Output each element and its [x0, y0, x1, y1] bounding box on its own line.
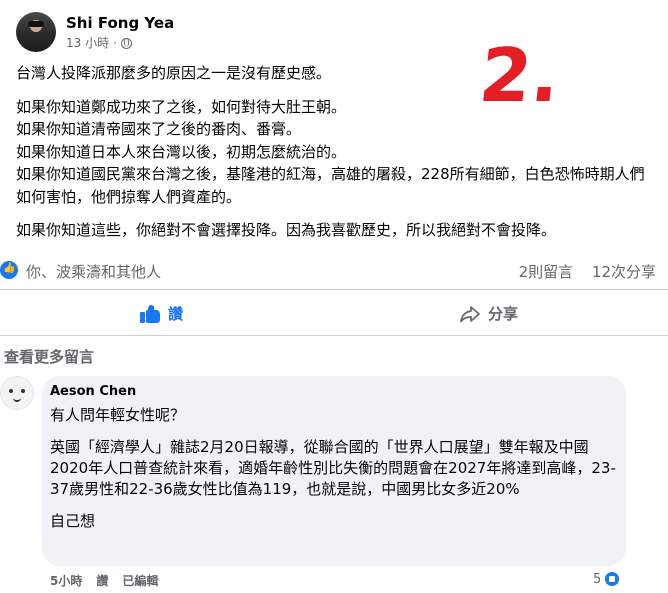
globe-icon	[120, 37, 132, 49]
post-paragraph: 如果你知道鄭成功來了之後，如何對待大肚王朝。	[16, 97, 347, 116]
comment-text: 有人問年輕女性呢？ 英國「經濟學人」雜誌2月20日報導，從聯合國的「世界人口展望…	[50, 405, 616, 532]
like-button[interactable]: 讚	[140, 303, 183, 324]
comment-edited-label: 已編輯	[122, 574, 159, 588]
like-reaction-icon	[603, 570, 622, 588]
commenter-name[interactable]: Aeson Chen	[50, 384, 136, 399]
commenter-avatar[interactable]	[0, 376, 34, 410]
comment-line: 英國「經濟學人」雜誌2月20日報導，從聯合國的「世界人口展望」雙年報及中國202…	[50, 438, 616, 498]
comment-like-count: 5	[593, 571, 602, 587]
author-avatar[interactable]	[16, 12, 56, 52]
post-header: Shi Fong Yea 13 小時 ·	[16, 12, 174, 52]
like-label: 讚	[168, 305, 184, 323]
share-label: 分享	[488, 305, 519, 323]
author-block: Shi Fong Yea 13 小時 ·	[66, 13, 174, 51]
post-card: Shi Fong Yea 13 小時 · 2. 台灣人投降派那麼多的原因之一是沒…	[0, 0, 668, 290]
comments-count[interactable]: 2則留言	[519, 263, 574, 281]
post-paragraph: 如果你知道國民黨來台灣之後，基隆港的紅海，高雄的屠殺，228所有細節，白色恐怖時…	[16, 165, 645, 206]
comment-footer: 5小時 讚 已編輯	[50, 572, 158, 589]
post-paragraph: 台灣人投降派那麼多的原因之一是沒有歷史感。	[16, 64, 332, 82]
comment-line: 自己想	[50, 512, 96, 530]
post-paragraph: 如果你知道這些，你絕對不會選擇投降。因為我喜歡歷史，所以我絕對不會投降。	[16, 221, 557, 239]
view-more-comments[interactable]: 查看更多留言	[4, 346, 94, 367]
reactions-summary[interactable]: 你、波乘濤和其他人	[26, 261, 161, 282]
comment-line: 有人問年輕女性呢？	[50, 406, 186, 424]
comment-likes[interactable]: 5	[593, 570, 622, 588]
like-reaction-icon	[0, 261, 18, 279]
counts: 2則留言 12次分享	[519, 261, 656, 282]
author-name[interactable]: Shi Fong Yea	[66, 13, 174, 33]
shares-count[interactable]: 12次分享	[592, 263, 656, 281]
post-time[interactable]: 13 小時	[66, 35, 109, 51]
share-button[interactable]: 分享	[460, 303, 518, 324]
comment-bubble: Aeson Chen 有人問年輕女性呢？ 英國「經濟學人」雜誌2月20日報導，從…	[42, 376, 626, 566]
post-paragraph: 如果你知道清帝國來了之後的番肉、番膏。	[16, 120, 302, 138]
comment-time[interactable]: 5小時	[50, 572, 82, 589]
share-icon	[460, 305, 480, 322]
post-meta: 13 小時 ·	[66, 35, 174, 51]
comment-like-button[interactable]: 讚	[96, 572, 108, 589]
reactions-row: 你、波乘濤和其他人 2則留言 12次分享	[0, 258, 668, 286]
post-text: 台灣人投降派那麼多的原因之一是沒有歷史感。 如果你知道鄭成功來了之後，如何對待大…	[16, 62, 648, 242]
meta-separator: ·	[113, 36, 117, 50]
thumbs-up-icon	[140, 303, 160, 323]
post-paragraph: 如果你知道日本人來台灣以後，初期怎麼統治的。	[16, 142, 347, 161]
action-bar: 讚 分享	[0, 295, 668, 336]
